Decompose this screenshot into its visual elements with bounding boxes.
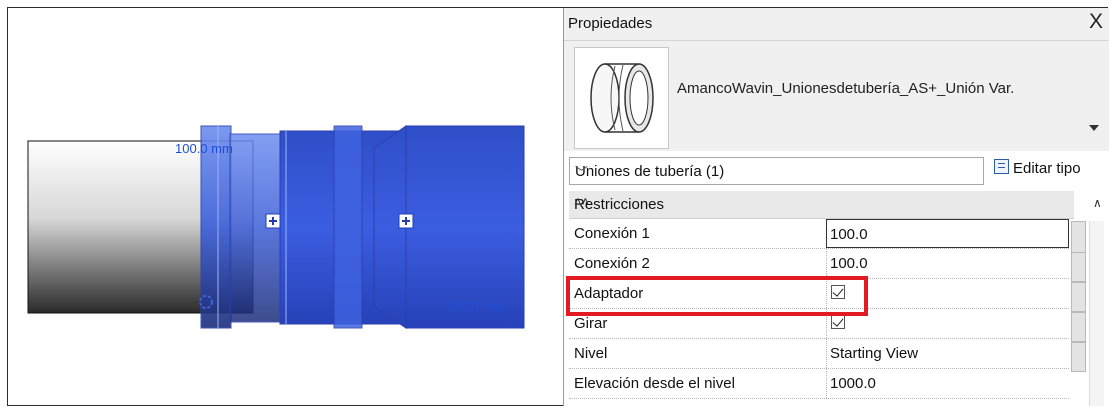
girar-checkbox[interactable]: [831, 315, 845, 329]
row-button[interactable]: [1071, 221, 1086, 253]
fitting-drawing: [27, 125, 525, 329]
section-header-restricciones[interactable]: Restricciones ˄˄: [569, 191, 1074, 219]
row-button[interactable]: [1071, 342, 1086, 372]
property-row[interactable]: Conexión 1 100.0: [569, 219, 1069, 249]
model-viewport[interactable]: 100.0 mm 100.0 mm: [8, 8, 561, 405]
property-value: 1000.0: [830, 375, 876, 392]
edit-type-button[interactable]: Editar tipo: [994, 159, 1081, 177]
properties-panel: Propiedades X AmancoWavin_Unionesdetuber…: [563, 8, 1109, 406]
property-value-input[interactable]: Starting View: [826, 339, 1069, 368]
property-row[interactable]: Conexión 2 100.0: [569, 249, 1069, 279]
row-buttons: [1071, 221, 1086, 406]
property-name: Conexión 2: [574, 255, 650, 272]
collapse-icon[interactable]: ˄˄: [574, 194, 1068, 209]
property-value-input[interactable]: 100.0: [826, 219, 1069, 248]
edit-type-icon: [994, 159, 1009, 174]
scroll-up-icon[interactable]: ∧: [1093, 196, 1102, 210]
dropdown-arrow-icon[interactable]: [1089, 125, 1099, 131]
property-name: Girar: [574, 315, 608, 332]
property-row[interactable]: Girar: [569, 309, 1069, 339]
properties-title: Propiedades: [568, 15, 653, 32]
fitting-collar-right: [333, 125, 363, 329]
properties-titlebar: Propiedades X: [564, 8, 1109, 41]
property-value-input[interactable]: 1000.0: [826, 369, 1069, 398]
vertical-scrollbar[interactable]: [1089, 221, 1104, 406]
dimension-label-top[interactable]: 100.0 mm: [175, 141, 233, 156]
family-selector[interactable]: AmancoWavin_Unionesdetubería_AS+_Unión V…: [564, 41, 1109, 151]
fitting-collar-left: [200, 125, 232, 329]
property-value-input[interactable]: 100.0: [826, 249, 1069, 278]
chevron-down-icon: ﹀: [575, 165, 589, 180]
property-row[interactable]: Nivel Starting View: [569, 339, 1069, 369]
family-name: AmancoWavin_Unionesdetubería_AS+_Unión V…: [677, 80, 1015, 97]
property-row[interactable]: Elevación desde el nivel 1000.0: [569, 369, 1069, 399]
adaptador-checkbox[interactable]: [831, 285, 845, 299]
close-icon[interactable]: X: [1089, 10, 1103, 34]
edit-type-label: Editar tipo: [1013, 160, 1081, 177]
pipe-union-icon: [590, 63, 654, 133]
grip-right: [398, 213, 414, 229]
property-value: 100.0: [830, 255, 868, 272]
property-name: Elevación desde el nivel: [574, 375, 735, 392]
grip-left: [265, 213, 281, 229]
type-selector[interactable]: Uniones de tubería (1) ﹀: [569, 157, 984, 185]
property-name: Conexión 1: [574, 225, 650, 242]
property-value: 100.0: [830, 226, 868, 243]
property-name: Adaptador: [574, 285, 644, 302]
row-button[interactable]: [1071, 312, 1086, 342]
row-button[interactable]: [1071, 282, 1086, 312]
property-value-cell: [826, 309, 1069, 338]
property-name: Nivel: [574, 345, 608, 362]
row-button[interactable]: [1071, 252, 1086, 282]
family-thumbnail: [574, 47, 669, 149]
property-row[interactable]: Adaptador: [569, 279, 1069, 309]
dimension-label-right[interactable]: 100.0 mm: [446, 298, 504, 313]
property-value: Starting View: [830, 345, 919, 362]
property-value-cell: [826, 279, 1069, 308]
